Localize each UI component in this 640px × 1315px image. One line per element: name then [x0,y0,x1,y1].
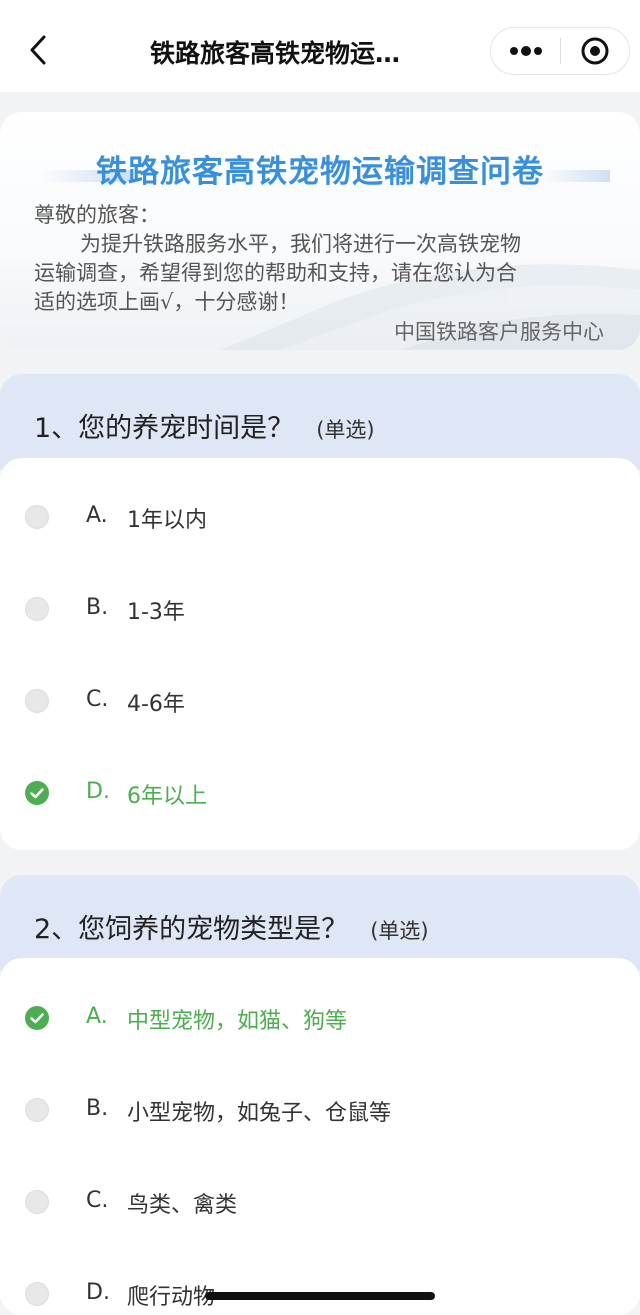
home-indicator[interactable] [205,1292,435,1300]
radio-checked-icon[interactable] [25,781,49,805]
option-1-c[interactable]: C. 4-6年 [0,655,640,747]
question-1-type-tag: (单选) [316,418,375,442]
option-label: 小型宠物，如兔子、仓鼠等 [127,1101,392,1126]
checkmark-icon [30,1012,44,1023]
question-1-header: 1、您的养宠时间是？ (单选) [0,374,640,470]
intro-greeting: 尊敬的旅客： [34,203,160,227]
option-letter: B. [86,1096,109,1121]
option-2-d[interactable]: D. 爬行动物 [0,1248,640,1315]
intro-line-2: 运输调查，希望得到您的帮助和支持，请在您认为合 [34,261,517,285]
question-2-text: 2、您饲养的宠物类型是？ [34,914,349,945]
option-letter: C. [86,687,109,712]
option-letter: B. [86,595,109,620]
radio-unchecked-icon[interactable] [25,505,49,529]
question-1-title: 1、您的养宠时间是？ (单选) [34,406,375,445]
option-label: 中型宠物，如猫、狗等 [127,1009,348,1034]
intro-line-3: 适的选项上画√，十分感谢！ [34,290,300,314]
option-letter: D. [86,779,110,804]
radio-unchecked-icon[interactable] [25,1190,49,1214]
option-2-b[interactable]: B. 小型宠物，如兔子、仓鼠等 [0,1064,640,1156]
close-mini-program-button[interactable] [561,28,629,74]
target-close-icon [581,37,609,65]
radio-unchecked-icon[interactable] [25,689,49,713]
question-2-options: A. 中型宠物，如猫、狗等 B. 小型宠物，如兔子、仓鼠等 C. 鸟类、禽类 D… [0,958,640,1315]
more-dots-icon [509,46,542,56]
radio-unchecked-icon[interactable] [25,1098,49,1122]
option-label: 1年以内 [127,508,207,533]
intro-signature: 中国铁路客户服务中心 [394,320,604,344]
intro-line-1: 为提升铁路服务水平，我们将进行一次高铁宠物 [80,232,521,256]
survey-page: 铁路旅客高铁宠物运… 铁路旅客高铁宠物运输调查问卷 尊敬的旅客： 为提升铁路服务… [0,0,640,1315]
mini-program-capsule [490,27,630,75]
radio-checked-icon[interactable] [25,1006,49,1030]
option-2-a[interactable]: A. 中型宠物，如猫、狗等 [0,972,640,1064]
question-2-header: 2、您饲养的宠物类型是？ (单选) [0,875,640,971]
option-label: 鸟类、禽类 [127,1193,238,1218]
option-1-b[interactable]: B. 1-3年 [0,563,640,655]
survey-title: 铁路旅客高铁宠物运输调查问卷 [96,154,544,190]
option-label: 6年以上 [127,784,207,809]
option-label: 1-3年 [127,600,185,625]
option-letter: A. [86,1004,108,1029]
nav-bar: 铁路旅客高铁宠物运… [0,0,640,92]
more-button[interactable] [491,28,560,74]
option-letter: D. [86,1280,110,1305]
question-2-type-tag: (单选) [370,919,429,943]
checkmark-icon [30,787,44,798]
option-letter: A. [86,503,108,528]
question-1-options: A. 1年以内 B. 1-3年 C. 4-6年 D. 6年以上 [0,458,640,850]
back-button[interactable] [20,30,56,70]
option-2-c[interactable]: C. 鸟类、禽类 [0,1156,640,1248]
radio-unchecked-icon[interactable] [25,597,49,621]
option-label: 爬行动物 [127,1285,216,1310]
question-2-title: 2、您饲养的宠物类型是？ (单选) [34,907,429,946]
option-label: 4-6年 [127,692,185,717]
radio-unchecked-icon[interactable] [25,1282,49,1306]
question-1-text: 1、您的养宠时间是？ [34,413,295,444]
option-1-d[interactable]: D. 6年以上 [0,747,640,839]
nav-title: 铁路旅客高铁宠物运… [150,39,401,68]
option-1-a[interactable]: A. 1年以内 [0,471,640,563]
chevron-left-icon [30,35,46,65]
option-letter: C. [86,1188,109,1213]
